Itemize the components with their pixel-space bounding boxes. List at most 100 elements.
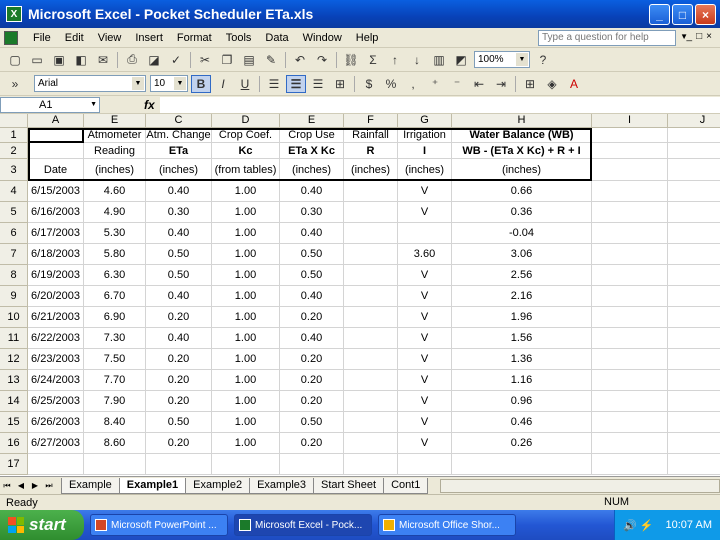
column-header-f[interactable]: F — [344, 114, 398, 128]
align-right-icon[interactable]: ☰ — [308, 75, 328, 93]
empty-cell[interactable] — [592, 349, 668, 370]
data-cell[interactable]: 1.00 — [212, 412, 280, 433]
data-cell[interactable] — [344, 244, 398, 265]
data-cell[interactable]: 0.50 — [280, 412, 344, 433]
worksheet-grid[interactable]: A E C D E F G H I J 1 2 3 4 5 6 7 8 9 10 11 12 13 14 15 16 17 Atmom… — [0, 114, 720, 476]
header-cell[interactable]: (inches) — [280, 159, 344, 181]
header-cell[interactable]: Irrigation — [398, 128, 452, 143]
empty-cell[interactable] — [668, 223, 720, 244]
column-header-d[interactable]: D — [212, 114, 280, 128]
data-cell[interactable]: 0.30 — [280, 202, 344, 223]
data-cell[interactable]: 7.50 — [84, 349, 146, 370]
data-cell[interactable]: 0.20 — [146, 391, 212, 412]
font-select[interactable]: Arial ▼ — [34, 75, 146, 92]
data-cell[interactable]: 7.30 — [84, 328, 146, 349]
print-preview-icon[interactable]: ◪ — [144, 51, 164, 69]
document-window-controls[interactable]: _□× — [687, 31, 716, 42]
row-header[interactable]: 12 — [0, 349, 28, 370]
empty-cell[interactable] — [592, 265, 668, 286]
data-cell[interactable]: 6/21/2003 — [28, 307, 84, 328]
paste-icon[interactable]: ▤ — [239, 51, 259, 69]
menu-data[interactable]: Data — [258, 32, 295, 44]
data-cell[interactable]: 0.40 — [146, 328, 212, 349]
data-cell[interactable]: 6/24/2003 — [28, 370, 84, 391]
data-cell[interactable]: 0.20 — [280, 307, 344, 328]
empty-cell[interactable] — [668, 181, 720, 202]
header-cell[interactable]: I — [398, 143, 452, 159]
data-cell[interactable]: 1.00 — [212, 286, 280, 307]
data-cell[interactable]: 0.20 — [280, 433, 344, 454]
empty-cell[interactable] — [668, 265, 720, 286]
data-cell[interactable]: 0.20 — [280, 391, 344, 412]
sort-ascending-icon[interactable]: ↑ — [385, 51, 405, 69]
row-header[interactable]: 10 — [0, 307, 28, 328]
data-cell[interactable]: 1.00 — [212, 391, 280, 412]
data-cell[interactable]: 1.00 — [212, 202, 280, 223]
data-cell[interactable]: 1.00 — [212, 223, 280, 244]
new-icon[interactable]: ▢ — [5, 51, 25, 69]
increase-indent-icon[interactable]: ⇥ — [491, 75, 511, 93]
data-cell[interactable]: 0.26 — [452, 433, 592, 454]
data-cell[interactable] — [344, 370, 398, 391]
merge-center-icon[interactable]: ⊞ — [330, 75, 350, 93]
data-cell[interactable]: 6/27/2003 — [28, 433, 84, 454]
currency-icon[interactable]: $ — [359, 75, 379, 93]
empty-cell[interactable] — [592, 370, 668, 391]
empty-cell[interactable] — [668, 454, 720, 475]
data-cell[interactable]: V — [398, 391, 452, 412]
data-cell[interactable] — [344, 433, 398, 454]
formula-input[interactable] — [160, 97, 720, 113]
data-cell[interactable]: V — [398, 307, 452, 328]
font-size-dropdown-icon[interactable]: ▼ — [174, 77, 186, 90]
header-cell[interactable]: (inches) — [452, 159, 592, 181]
permission-icon[interactable]: ◧ — [71, 51, 91, 69]
header-cell[interactable]: Date — [28, 159, 84, 181]
row-header[interactable]: 15 — [0, 412, 28, 433]
data-cell[interactable]: 8.60 — [84, 433, 146, 454]
row-header[interactable]: 9 — [0, 286, 28, 307]
header-cell[interactable]: (inches) — [398, 159, 452, 181]
header-cell[interactable]: Rainfall — [344, 128, 398, 143]
undo-icon[interactable]: ↶ — [290, 51, 310, 69]
spelling-icon[interactable]: ✓ — [166, 51, 186, 69]
data-cell[interactable] — [344, 412, 398, 433]
data-cell[interactable]: 5.30 — [84, 223, 146, 244]
column-header-a[interactable]: A — [28, 114, 84, 128]
data-cell[interactable]: 0.46 — [452, 412, 592, 433]
menu-tools[interactable]: Tools — [219, 32, 259, 44]
data-cell[interactable] — [344, 328, 398, 349]
empty-cell[interactable] — [592, 159, 668, 181]
column-header-c[interactable]: C — [146, 114, 212, 128]
help-search-input[interactable]: Type a question for help — [538, 30, 676, 46]
data-cell[interactable]: 1.00 — [212, 370, 280, 391]
open-icon[interactable]: ▭ — [27, 51, 47, 69]
empty-cell[interactable] — [668, 349, 720, 370]
data-cell[interactable]: 6/17/2003 — [28, 223, 84, 244]
data-cell[interactable]: 0.40 — [280, 328, 344, 349]
empty-cell[interactable] — [592, 244, 668, 265]
taskbar-excel[interactable]: Microsoft Excel - Pock... — [234, 514, 372, 536]
empty-cell[interactable] — [592, 412, 668, 433]
data-cell[interactable] — [344, 286, 398, 307]
data-cell[interactable]: 0.40 — [146, 223, 212, 244]
horizontal-scrollbar[interactable] — [440, 479, 720, 493]
header-cell[interactable]: Water Balance (WB) — [452, 128, 592, 143]
data-cell[interactable]: 0.20 — [146, 307, 212, 328]
data-cell[interactable]: 0.96 — [452, 391, 592, 412]
data-cell[interactable]: V — [398, 265, 452, 286]
data-cell[interactable]: 6/25/2003 — [28, 391, 84, 412]
empty-cell[interactable] — [84, 454, 146, 475]
data-cell[interactable]: 3.06 — [452, 244, 592, 265]
header-cell[interactable]: R — [344, 143, 398, 159]
column-header-g[interactable]: G — [398, 114, 452, 128]
data-cell[interactable]: 6.70 — [84, 286, 146, 307]
sheet-tab-example2[interactable]: Example2 — [185, 477, 251, 494]
zoom-dropdown-icon[interactable]: ▼ — [516, 53, 528, 66]
increase-decimal-icon[interactable]: ⁺ — [425, 75, 445, 93]
menu-file[interactable]: File — [26, 32, 58, 44]
borders-icon[interactable]: ⊞ — [520, 75, 540, 93]
empty-cell[interactable] — [668, 286, 720, 307]
data-cell[interactable]: 0.66 — [452, 181, 592, 202]
save-icon[interactable]: ▣ — [49, 51, 69, 69]
data-cell[interactable]: V — [398, 181, 452, 202]
